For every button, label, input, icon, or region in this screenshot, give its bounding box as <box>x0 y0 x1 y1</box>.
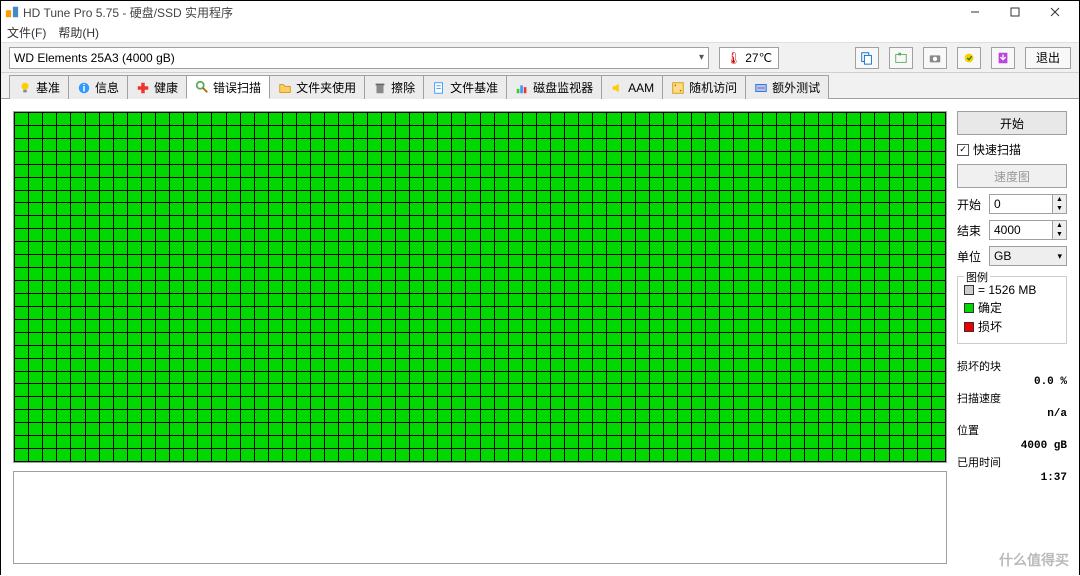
legend-damaged-icon <box>964 322 974 332</box>
start-label: 开始 <box>957 196 985 213</box>
folder-icon <box>278 81 292 95</box>
menu-help[interactable]: 帮助(H) <box>58 24 99 41</box>
block-map <box>13 111 947 463</box>
options-button[interactable] <box>957 47 981 69</box>
temperature-value: 27℃ <box>745 51 772 65</box>
tab-chart[interactable]: 磁盘监视器 <box>506 75 602 99</box>
save-button[interactable] <box>991 47 1015 69</box>
menu-bar: 文件(F) 帮助(H) <box>1 23 1079 43</box>
spin-down-icon[interactable]: ▼ <box>1052 230 1066 239</box>
start-scan-button[interactable]: 开始 <box>957 111 1067 135</box>
start-value-input[interactable]: ▲▼ <box>989 194 1067 214</box>
maximize-button[interactable] <box>995 1 1035 23</box>
tab-trash[interactable]: 擦除 <box>364 75 424 99</box>
bulb-icon <box>18 81 32 95</box>
close-button[interactable] <box>1035 1 1075 23</box>
unit-select[interactable]: GB ▾ <box>989 246 1067 266</box>
toolbar: WD Elements 25A3 (4000 gB) ▾ 🌡 27℃ 退出 <box>1 43 1079 73</box>
drive-selector[interactable]: WD Elements 25A3 (4000 gB) ▾ <box>9 47 709 69</box>
spin-down-icon[interactable]: ▼ <box>1052 204 1066 213</box>
chevron-down-icon: ▾ <box>1057 251 1062 262</box>
end-label: 结束 <box>957 222 985 239</box>
position-label: 位置 <box>957 422 1067 438</box>
thermometer-icon: 🌡 <box>726 51 741 65</box>
legend-ok-icon <box>964 303 974 313</box>
speed-map-button: 速度图 <box>957 164 1067 188</box>
menu-file[interactable]: 文件(F) <box>7 24 46 41</box>
spin-up-icon[interactable]: ▲ <box>1052 221 1066 230</box>
app-icon <box>5 5 19 19</box>
tab-file[interactable]: 文件基准 <box>423 75 507 99</box>
drive-text: WD Elements 25A3 (4000 gB) <box>14 51 175 65</box>
chart-icon <box>515 81 529 95</box>
random-icon <box>671 81 685 95</box>
side-panel: 开始 ✓ 快速扫描 速度图 开始 ▲▼ 结束 ▲▼ 单位 GB ▾ <box>957 111 1067 564</box>
quick-scan-checkbox[interactable]: ✓ 快速扫描 <box>957 141 1067 158</box>
checkbox-icon: ✓ <box>957 144 969 156</box>
unit-label: 单位 <box>957 248 985 265</box>
tab-bulb[interactable]: 基准 <box>9 75 69 99</box>
window-title: HD Tune Pro 5.75 - 硬盘/SSD 实用程序 <box>23 4 955 21</box>
search-icon <box>195 80 209 94</box>
info-icon: i <box>77 81 91 95</box>
scan-speed-value: n/a <box>957 408 1067 420</box>
file-icon <box>432 81 446 95</box>
svg-text:i: i <box>83 82 86 94</box>
tab-search[interactable]: 错误扫描 <box>186 75 270 99</box>
temperature-display: 🌡 27℃ <box>719 47 779 69</box>
stats-group: 损坏的块 0.0 % 扫描速度 n/a 位置 4000 gB 已用时间 1:37 <box>957 354 1067 488</box>
scan-speed-label: 扫描速度 <box>957 390 1067 406</box>
copy-button[interactable] <box>855 47 879 69</box>
end-value-input[interactable]: ▲▼ <box>989 220 1067 240</box>
elapsed-value: 1:37 <box>957 472 1067 484</box>
tab-extra[interactable]: 额外测试 <box>745 75 829 99</box>
camera-button[interactable] <box>923 47 947 69</box>
tab-bar: 基准i信息健康错误扫描文件夹使用擦除文件基准磁盘监视器AAM随机访问额外测试 <box>1 73 1079 99</box>
extra-icon <box>754 81 768 95</box>
legend-group: 图例 = 1526 MB 确定 损坏 <box>957 276 1067 344</box>
tab-folder[interactable]: 文件夹使用 <box>269 75 365 99</box>
damaged-blocks-label: 损坏的块 <box>957 358 1067 374</box>
trash-icon <box>373 81 387 95</box>
elapsed-label: 已用时间 <box>957 454 1067 470</box>
position-value: 4000 gB <box>957 440 1067 452</box>
watermark: 什么值得买 <box>999 550 1069 570</box>
chevron-down-icon: ▾ <box>699 52 704 63</box>
speaker-icon <box>610 81 624 95</box>
exit-button[interactable]: 退出 <box>1025 47 1071 69</box>
screenshot-button[interactable] <box>889 47 913 69</box>
tab-random[interactable]: 随机访问 <box>662 75 746 99</box>
content-area: 开始 ✓ 快速扫描 速度图 开始 ▲▼ 结束 ▲▼ 单位 GB ▾ <box>1 99 1079 576</box>
minimize-button[interactable] <box>955 1 995 23</box>
log-box <box>13 471 947 564</box>
damaged-blocks-value: 0.0 % <box>957 376 1067 388</box>
legend-block-icon <box>964 285 974 295</box>
plus-icon <box>136 81 150 95</box>
spin-up-icon[interactable]: ▲ <box>1052 195 1066 204</box>
tab-info[interactable]: i信息 <box>68 75 128 99</box>
title-bar: HD Tune Pro 5.75 - 硬盘/SSD 实用程序 <box>1 1 1079 23</box>
tab-plus[interactable]: 健康 <box>127 75 187 99</box>
tab-speaker[interactable]: AAM <box>601 75 663 99</box>
